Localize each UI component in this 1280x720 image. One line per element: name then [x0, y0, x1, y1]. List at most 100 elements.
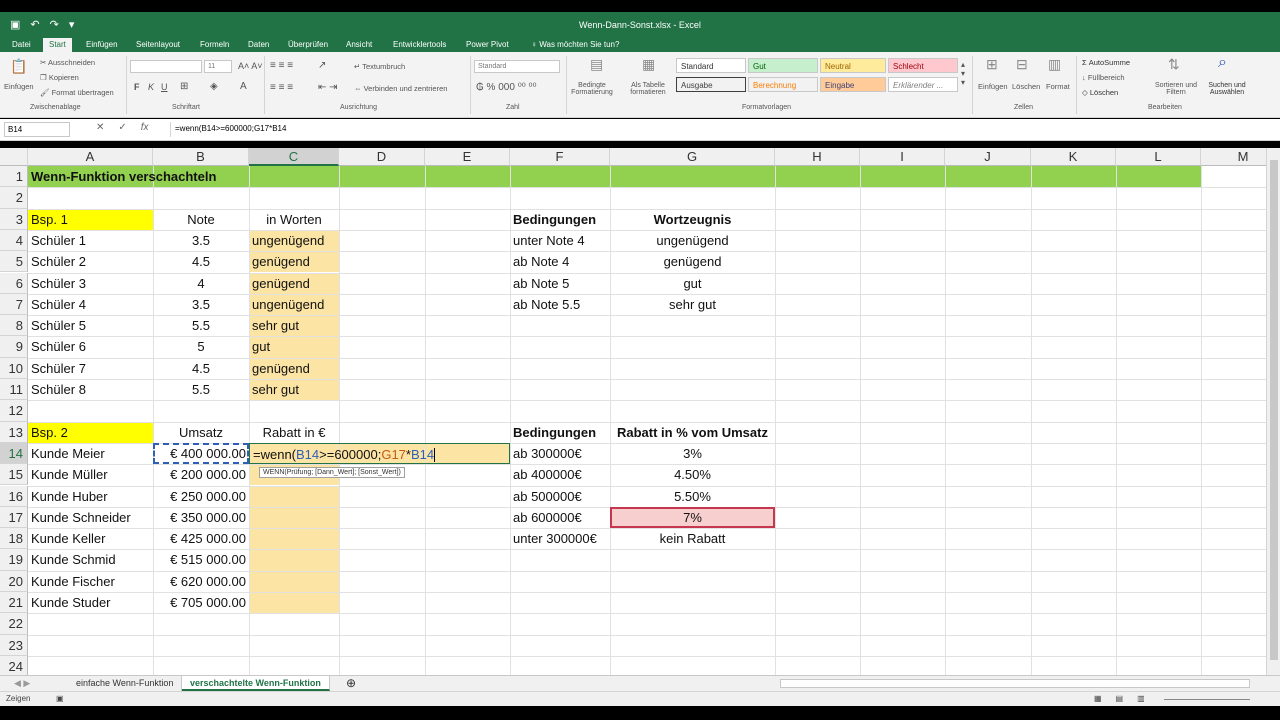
discount-rate[interactable]: 4.50% — [610, 464, 775, 485]
row-header-5[interactable]: 5 — [0, 251, 28, 273]
column-header-f[interactable]: F — [510, 148, 610, 166]
column-label[interactable]: in Worten — [249, 209, 339, 230]
customer-sales[interactable]: € 200 000.00 — [153, 464, 249, 485]
row-header-21[interactable]: 21 — [0, 592, 28, 614]
select-all-corner[interactable] — [0, 148, 28, 166]
conditional-format-button[interactable]: Bedingte Formatierung — [568, 82, 616, 96]
student-note[interactable]: 4.5 — [153, 358, 249, 379]
student-grade-words[interactable]: ungenügend — [249, 230, 339, 251]
student-grade-words[interactable]: genügend — [249, 251, 339, 272]
spreadsheet-grid[interactable]: A B C D E F G H I J K L M 1 2 3 4 5 6 7 8 9 10 11 12 13 14 15 16 17 18… — [0, 148, 1266, 675]
student-name[interactable]: Schüler 8 — [28, 379, 153, 400]
customer-name[interactable]: Kunde Meier — [28, 443, 153, 464]
student-note[interactable]: 5.5 — [153, 379, 249, 400]
row-header-15[interactable]: 15 — [0, 464, 28, 486]
column-header-a[interactable]: A — [28, 148, 153, 166]
student-grade-words[interactable]: genügend — [249, 273, 339, 294]
discount-rate[interactable]: 5.50% — [610, 486, 775, 507]
column-header-k[interactable]: K — [1031, 148, 1116, 166]
condition[interactable]: ab 600000€ — [510, 507, 610, 528]
condition[interactable]: ab Note 5 — [510, 273, 610, 294]
grade-words[interactable]: sehr gut — [610, 294, 775, 315]
customer-sales[interactable]: € 620 000.00 — [153, 571, 249, 592]
row-header-12[interactable]: 12 — [0, 400, 28, 422]
find-select-button[interactable]: Suchen und Auswählen — [1202, 82, 1252, 96]
search-icon[interactable]: ⌕ — [1218, 54, 1227, 72]
style-neutral[interactable]: Neutral — [820, 58, 886, 73]
format-as-table-button[interactable]: Als Tabelle formatieren — [624, 82, 672, 96]
tab-power-pivot[interactable]: Power Pivot — [460, 38, 515, 52]
row-header-20[interactable]: 20 — [0, 570, 28, 592]
column-header-m[interactable]: M — [1201, 148, 1266, 166]
font-color-icon[interactable]: A — [240, 81, 247, 92]
student-note[interactable]: 4.5 — [153, 251, 249, 272]
grade-words[interactable]: ungenügend — [610, 230, 775, 251]
tab-datei[interactable]: Datei — [6, 38, 37, 52]
student-grade-words[interactable]: sehr gut — [249, 315, 339, 336]
paste-button[interactable]: Einfügen — [4, 82, 34, 91]
tab-seitenlayout[interactable]: Seitenlayout — [130, 38, 186, 52]
student-name[interactable]: Schüler 7 — [28, 358, 153, 379]
name-box[interactable]: B14 — [4, 122, 70, 137]
column-header-j[interactable]: J — [945, 148, 1031, 166]
condition[interactable]: ab Note 5.5 — [510, 294, 610, 315]
row-header-22[interactable]: 22 — [0, 613, 28, 635]
column-header-c[interactable]: C — [249, 148, 339, 166]
style-standard[interactable]: Standard — [676, 58, 746, 73]
currency-icon[interactable]: ₲ % 000 ⁰⁰ ⁰⁰ — [476, 82, 537, 93]
row-header-2[interactable]: 2 — [0, 187, 28, 209]
student-name[interactable]: Schüler 6 — [28, 336, 153, 357]
sheet-nav-icon[interactable]: ◀ ▶ — [6, 676, 38, 691]
row-header-10[interactable]: 10 — [0, 357, 28, 379]
student-grade-words[interactable]: gut — [249, 336, 339, 357]
sheet-title[interactable]: Wenn-Funktion verschachteln — [28, 166, 425, 187]
condition[interactable]: unter 300000€ — [510, 528, 610, 549]
font-size-input[interactable]: 11 — [204, 60, 232, 73]
column-header-b[interactable]: B — [153, 148, 249, 166]
condition[interactable]: ab 400000€ — [510, 464, 610, 485]
tab-formeln[interactable]: Formeln — [194, 38, 235, 52]
confirm-icon[interactable]: ✓ — [118, 122, 126, 133]
conditions-header[interactable]: Bedingungen — [510, 209, 610, 230]
row-header-23[interactable]: 23 — [0, 634, 28, 656]
merge-center-button[interactable]: ⇔ Verbinden und zentrieren — [354, 84, 447, 93]
row-header-4[interactable]: 4 — [0, 229, 28, 252]
scroll-thumb[interactable] — [1270, 160, 1278, 660]
student-name[interactable]: Schüler 3 — [28, 273, 153, 294]
row-header-3[interactable]: 3 — [0, 208, 28, 230]
styles-scroll-icon[interactable]: ▴ ▾ ▾ — [961, 60, 965, 87]
orientation-icon[interactable]: ↗ — [318, 60, 326, 71]
row-header-6[interactable]: 6 — [0, 272, 28, 294]
row-header-8[interactable]: 8 — [0, 315, 28, 337]
conditions-header[interactable]: Bedingungen — [510, 422, 610, 443]
zoom-slider[interactable] — [1164, 699, 1250, 700]
macro-record-icon[interactable]: ▣ — [56, 694, 64, 703]
style-gut[interactable]: Gut — [748, 58, 818, 73]
customer-name[interactable]: Kunde Studer — [28, 592, 153, 613]
delete-cells-button[interactable]: Löschen — [1012, 82, 1040, 91]
student-note[interactable]: 3.5 — [153, 294, 249, 315]
format-painter-button[interactable]: 🖌 Format übertragen — [40, 88, 114, 97]
student-grade-words[interactable]: sehr gut — [249, 379, 339, 400]
grade-header[interactable]: Wortzeugnis — [610, 209, 775, 230]
add-sheet-icon[interactable]: ⊕ — [338, 676, 364, 691]
customer-sales[interactable]: € 515 000.00 — [153, 549, 249, 570]
customer-name[interactable]: Kunde Huber — [28, 486, 153, 507]
student-note[interactable]: 5.5 — [153, 315, 249, 336]
student-grade-words[interactable]: ungenügend — [249, 294, 339, 315]
example-label[interactable]: Bsp. 2 — [28, 422, 153, 443]
student-name[interactable]: Schüler 2 — [28, 251, 153, 272]
cancel-icon[interactable]: ✕ — [96, 122, 104, 133]
row-header-1[interactable]: 1 — [0, 166, 28, 188]
grow-font-button[interactable]: A˄ A˅ — [238, 61, 263, 71]
grade-words[interactable]: gut — [610, 273, 775, 294]
tab-start[interactable]: Start — [43, 38, 72, 52]
sheet-tab-nested[interactable]: verschachtelte Wenn-Funktion — [182, 676, 330, 691]
style-eingabe[interactable]: Eingabe — [820, 77, 886, 92]
student-name[interactable]: Schüler 1 — [28, 230, 153, 251]
customer-sales[interactable]: € 250 000.00 — [153, 486, 249, 507]
tab-daten[interactable]: Daten — [242, 38, 275, 52]
tell-me-search[interactable]: ♀ Was möchten Sie tun? — [525, 38, 625, 52]
customer-name[interactable]: Kunde Schneider — [28, 507, 153, 528]
align-top-icon[interactable]: ≡ ≡ ≡ — [270, 60, 293, 71]
